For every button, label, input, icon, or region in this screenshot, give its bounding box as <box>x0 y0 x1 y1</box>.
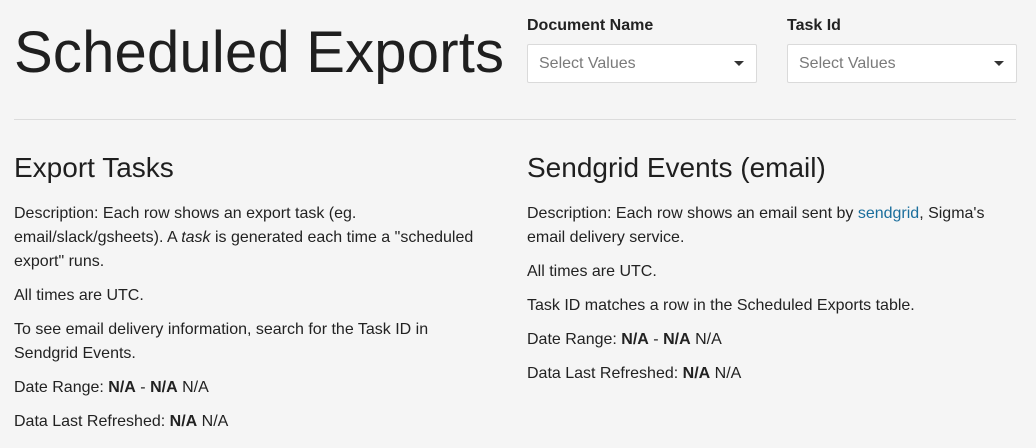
sendgrid-events-description: Description: Each row shows an email sen… <box>527 202 1017 250</box>
date-range-end: N/A <box>663 331 691 348</box>
date-range-label: Date Range: <box>14 379 109 396</box>
sendgrid-events-date-range: Date Range: N/A - N/A N/A <box>527 328 1017 352</box>
document-name-label: Document Name <box>527 17 654 34</box>
task-id-select[interactable]: Select Values <box>787 44 1017 83</box>
sendgrid-events-times-note: All times are UTC. <box>527 263 657 280</box>
document-name-select[interactable]: Select Values <box>527 44 757 83</box>
export-tasks-description: Description: Each row shows an export ta… <box>14 202 494 274</box>
document-name-placeholder: Select Values <box>539 54 636 72</box>
refreshed-extra: N/A <box>710 365 742 382</box>
header-divider <box>14 119 1016 120</box>
date-range-label: Date Range: <box>527 331 622 348</box>
description-emphasis: task <box>181 229 211 246</box>
task-id-placeholder: Select Values <box>799 54 896 72</box>
date-range-extra: N/A <box>177 379 209 396</box>
refreshed-label: Data Last Refreshed: <box>14 413 170 430</box>
refreshed-label: Data Last Refreshed: <box>527 365 683 382</box>
refreshed-value: N/A <box>169 413 198 430</box>
date-range-end: N/A <box>150 379 178 396</box>
date-range-start: N/A <box>621 331 649 348</box>
chevron-down-icon <box>994 61 1004 66</box>
refreshed-extra: N/A <box>197 413 229 430</box>
export-tasks-search-hint: To see email delivery information, searc… <box>14 321 429 362</box>
date-range-extra: N/A <box>690 331 722 348</box>
date-range-start: N/A <box>108 379 136 396</box>
export-tasks-section: Export Tasks Description: Each row shows… <box>14 148 494 444</box>
task-id-filter: Task Id Select Values <box>787 16 1017 83</box>
task-id-label: Task Id <box>787 17 841 34</box>
sendgrid-events-title: Sendgrid Events (email) <box>527 152 826 183</box>
export-tasks-title: Export Tasks <box>14 152 174 183</box>
page-title: Scheduled Exports <box>14 20 505 85</box>
export-tasks-times-note: All times are UTC. <box>14 287 144 304</box>
sendgrid-events-task-match: Task ID matches a row in the Scheduled E… <box>527 297 915 314</box>
sendgrid-link[interactable]: sendgrid <box>858 205 919 222</box>
refreshed-value: N/A <box>682 365 711 382</box>
sendgrid-events-section: Sendgrid Events (email) Description: Eac… <box>527 148 1017 396</box>
sendgrid-events-refreshed: Data Last Refreshed: N/A N/A <box>527 362 1017 386</box>
page: Scheduled Exports Document Name Select V… <box>0 0 1036 448</box>
document-name-filter: Document Name Select Values <box>527 16 757 83</box>
export-tasks-refreshed: Data Last Refreshed: N/A N/A <box>14 410 494 434</box>
export-tasks-date-range: Date Range: N/A - N/A N/A <box>14 376 494 400</box>
description-prefix: Description: Each row shows an email sen… <box>527 205 858 222</box>
date-range-separator: - <box>135 379 151 396</box>
chevron-down-icon <box>734 61 744 66</box>
date-range-separator: - <box>648 331 664 348</box>
